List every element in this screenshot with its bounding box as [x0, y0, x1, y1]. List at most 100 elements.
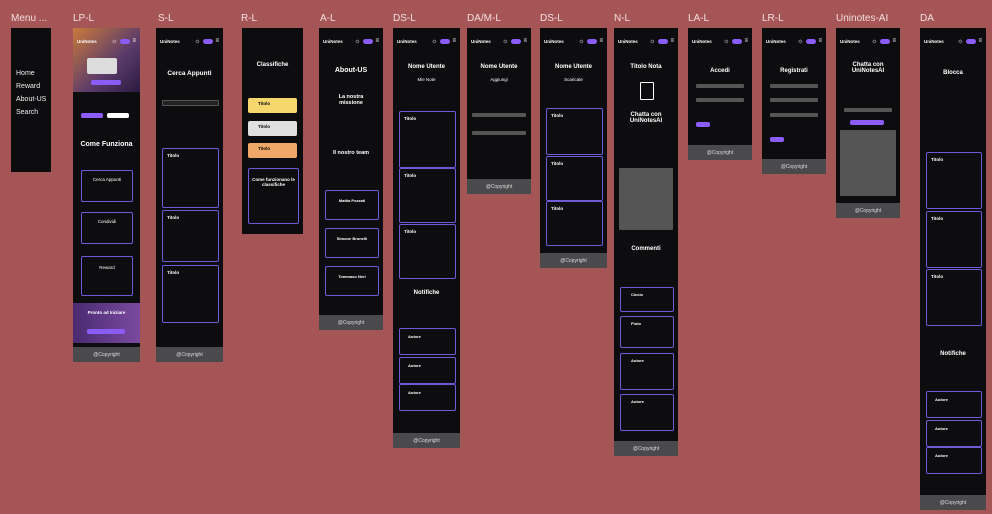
- menu-item-home[interactable]: Home: [16, 70, 35, 77]
- sun-icon[interactable]: ☼: [111, 38, 117, 45]
- notification-card[interactable]: Autore: [926, 447, 982, 474]
- sun-icon[interactable]: ☼: [957, 38, 963, 45]
- frame-add-note: UniNotes ☼ ≡ Nome Utente Aggiungi @Copyrig…: [467, 28, 531, 194]
- send-button[interactable]: [850, 120, 884, 125]
- sun-icon[interactable]: ☼: [354, 38, 360, 45]
- notification-card[interactable]: Autore: [399, 357, 456, 384]
- note-card[interactable]: Titolo: [546, 108, 603, 155]
- brand-logo: UniNotes: [471, 38, 491, 44]
- note-card[interactable]: Titolo: [926, 211, 982, 268]
- menu-icon[interactable]: ≡: [452, 38, 456, 44]
- brand-logo: UniNotes: [766, 38, 786, 44]
- frame-note: UniNotes ☼ ≡ Titolo Nota Chatta con UniNot…: [614, 28, 678, 456]
- menu-icon[interactable]: ≡: [132, 38, 136, 44]
- rank-title: Titolo: [258, 101, 271, 106]
- notification-card[interactable]: Autore: [399, 384, 456, 411]
- frame-label-dam: DA/M-L: [467, 13, 501, 24]
- menu-icon[interactable]: ≡: [978, 38, 982, 44]
- search-input[interactable]: [162, 100, 219, 106]
- login-button[interactable]: [81, 113, 103, 118]
- sun-icon[interactable]: ☼: [431, 38, 437, 45]
- chat-area[interactable]: [840, 130, 896, 196]
- rank-entry[interactable]: Titolo: [248, 98, 297, 113]
- title-field[interactable]: [472, 113, 526, 117]
- email-field[interactable]: [696, 84, 744, 88]
- theme-toggle[interactable]: [511, 38, 522, 44]
- theme-toggle[interactable]: [120, 38, 131, 44]
- theme-toggle[interactable]: [732, 38, 743, 44]
- menu-icon[interactable]: ≡: [375, 38, 379, 44]
- theme-toggle[interactable]: [806, 38, 817, 44]
- sun-icon[interactable]: ☼: [723, 38, 729, 45]
- login-button[interactable]: [696, 122, 710, 127]
- frame-register: UniNotes ☼ ≡ Registrati @Copyright: [762, 28, 826, 174]
- footer: @Copyright: [762, 159, 826, 174]
- theme-toggle[interactable]: [658, 38, 669, 44]
- page-title: Accedi: [710, 68, 730, 74]
- note-card[interactable]: Titolo: [162, 210, 219, 262]
- username-field[interactable]: [770, 98, 818, 102]
- note-card[interactable]: Titolo: [546, 201, 603, 246]
- note-card[interactable]: Titolo: [546, 156, 603, 201]
- info-card: Come funzionano le classifiche: [248, 168, 299, 224]
- notification-card[interactable]: Autore: [926, 420, 982, 447]
- notification-card[interactable]: Autore: [926, 391, 982, 418]
- sun-icon[interactable]: ☼: [502, 38, 508, 45]
- menu-icon[interactable]: ≡: [523, 38, 527, 44]
- note-card[interactable]: Titolo: [399, 111, 456, 168]
- note-title: Titolo: [931, 216, 944, 221]
- sun-icon[interactable]: ☼: [797, 38, 803, 45]
- frame-label-da: DA: [920, 13, 934, 24]
- hero-button[interactable]: [91, 80, 121, 85]
- rank-title: Titolo: [258, 146, 271, 151]
- frame-menu: Home Reward About-US Search: [11, 28, 51, 172]
- sun-icon[interactable]: ☼: [649, 38, 655, 45]
- menu-item-about[interactable]: About-US: [16, 96, 46, 103]
- email-field[interactable]: [770, 84, 818, 88]
- footer: @Copyright: [319, 315, 383, 330]
- register-button[interactable]: [770, 137, 784, 142]
- theme-toggle[interactable]: [440, 38, 451, 44]
- password-field[interactable]: [696, 98, 744, 102]
- theme-toggle[interactable]: [966, 38, 977, 44]
- note-card[interactable]: Titolo: [926, 152, 982, 209]
- frame-label-ds1: DS-L: [393, 13, 416, 24]
- rank-entry[interactable]: Titolo: [248, 143, 297, 158]
- menu-icon[interactable]: ≡: [892, 38, 896, 44]
- theme-toggle[interactable]: [880, 38, 891, 44]
- note-card[interactable]: Titolo: [162, 148, 219, 208]
- notifications-title: Notifiche: [413, 290, 440, 296]
- sun-icon[interactable]: ☼: [871, 38, 877, 45]
- note-card[interactable]: Titolo: [399, 168, 456, 223]
- theme-toggle[interactable]: [587, 38, 598, 44]
- note-card[interactable]: Titolo: [162, 265, 219, 323]
- theme-toggle[interactable]: [203, 38, 214, 44]
- signup-button[interactable]: [107, 113, 129, 118]
- brand-logo: UniNotes: [840, 38, 860, 44]
- prompt-field[interactable]: [844, 108, 892, 112]
- menu-item-search[interactable]: Search: [16, 109, 38, 116]
- menu-icon[interactable]: ≡: [744, 38, 748, 44]
- chat-area[interactable]: [619, 168, 673, 230]
- sun-icon[interactable]: ☼: [578, 38, 584, 45]
- menu-icon[interactable]: ≡: [599, 38, 603, 44]
- note-card[interactable]: Titolo: [926, 269, 982, 326]
- rank-entry[interactable]: Titolo: [248, 121, 297, 136]
- brand-logo: UniNotes: [160, 38, 180, 44]
- notification-author: Autore: [408, 334, 421, 339]
- menu-icon[interactable]: ≡: [670, 38, 674, 44]
- notification-card[interactable]: Autore: [399, 328, 456, 355]
- cta-button[interactable]: [87, 329, 125, 334]
- feature-title: Cerca Appunti: [92, 177, 122, 182]
- theme-toggle[interactable]: [363, 38, 374, 44]
- menu-icon[interactable]: ≡: [215, 38, 219, 44]
- description-field[interactable]: [472, 131, 526, 135]
- sun-icon[interactable]: ☼: [194, 38, 200, 45]
- menu-icon[interactable]: ≡: [818, 38, 822, 44]
- note-title: Titolo: [404, 116, 417, 121]
- menu-item-reward[interactable]: Reward: [16, 83, 40, 90]
- note-card[interactable]: Titolo: [399, 224, 456, 279]
- password-field[interactable]: [770, 113, 818, 117]
- comments-title: Commenti: [631, 246, 661, 252]
- frame-downloads: UniNotes ☼ ≡ Nome Utente Scaricate Titolo …: [540, 28, 607, 268]
